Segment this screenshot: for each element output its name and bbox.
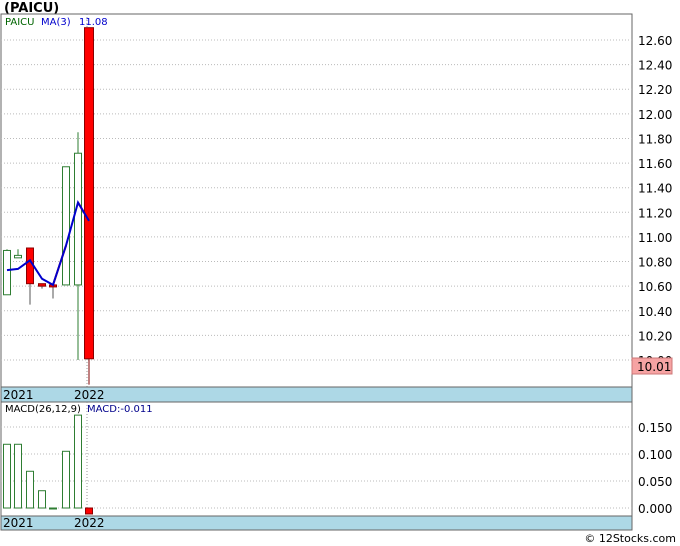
candle-body (74, 152, 82, 286)
price-y-tick: 11.80 (638, 132, 672, 146)
macd-bar (38, 490, 46, 509)
stock-chart: (PAICU) 12.6012.4012.2012.0011.8011.6011… (0, 0, 680, 546)
price-y-tick: 12.20 (638, 83, 672, 97)
candle (3, 249, 11, 296)
candle-body (62, 166, 70, 286)
price-x-label-2022: 2022 (74, 388, 105, 402)
price-y-tick: 11.40 (638, 182, 672, 196)
legend-ma: MA(3) (41, 17, 71, 28)
macd-value-label: MACD:-0.011 (87, 404, 153, 415)
last-price-label: 10.01 (637, 360, 671, 374)
credit-text: © 12Stocks.com (584, 532, 676, 545)
macd-x-label-2021: 2021 (3, 516, 34, 530)
candle-body (84, 27, 94, 360)
legend-symbol: PAICU (5, 17, 34, 28)
macd-bar (26, 470, 34, 509)
price-y-tick: 11.00 (638, 231, 672, 245)
macd-bar (62, 450, 70, 509)
candle (62, 166, 70, 286)
candle-body (38, 283, 46, 287)
price-y-tick: 12.00 (638, 108, 672, 122)
price-y-tick: 12.60 (638, 34, 672, 48)
candle (84, 27, 94, 385)
macd-bar (85, 507, 93, 515)
macd-y-tick: 0.150 (638, 421, 672, 435)
price-y-tick: 10.20 (638, 329, 672, 343)
macd-y-tick: 0.050 (638, 475, 672, 489)
price-panel (0, 13, 633, 388)
legend-last-value: 11.08 (79, 17, 108, 28)
price-y-tick: 11.20 (638, 206, 672, 220)
macd-bar (74, 414, 82, 509)
macd-legend: MACD(26,12,9) (5, 404, 81, 415)
price-y-tick: 10.60 (638, 280, 672, 294)
price-y-tick: 11.60 (638, 157, 672, 171)
macd-y-tick: 0.000 (638, 502, 672, 516)
macd-x-label-2022: 2022 (74, 516, 105, 530)
macd-panel (0, 401, 633, 517)
price-x-label-2021: 2021 (3, 388, 34, 402)
price-y-tick: 10.80 (638, 256, 672, 270)
macd-bar (14, 443, 22, 509)
macd-y-tick: 0.100 (638, 448, 672, 462)
macd-bar (49, 507, 57, 510)
candle-body (14, 254, 22, 259)
price-y-tick: 12.40 (638, 59, 672, 73)
candle-body (3, 249, 11, 296)
macd-bar (3, 443, 11, 509)
price-y-tick: 10.40 (638, 305, 672, 319)
